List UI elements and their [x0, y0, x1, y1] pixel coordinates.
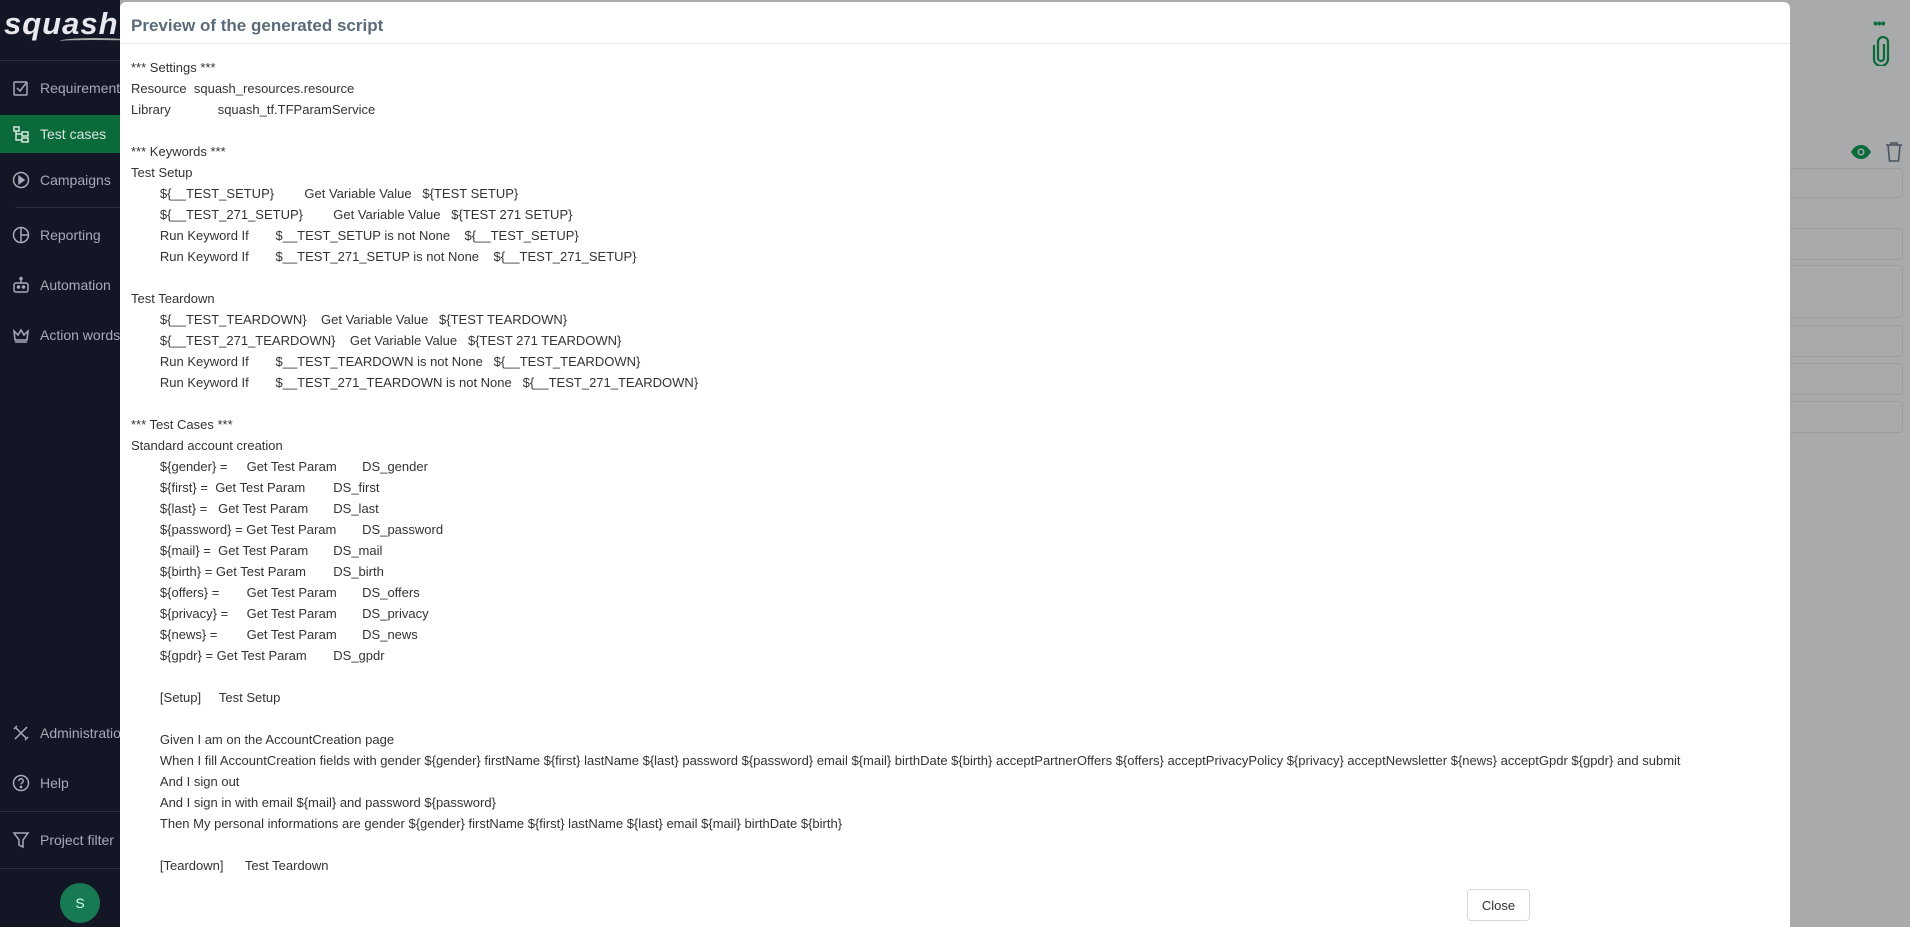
pie-chart-icon	[12, 226, 30, 244]
eye-icon[interactable]	[1850, 144, 1872, 160]
script-line: ${__TEST_271_SETUP} Get Variable Value $…	[131, 207, 573, 222]
script-line: *** Settings ***	[131, 60, 216, 75]
play-circle-icon	[12, 171, 30, 189]
script-line: [Teardown] Test Teardown	[131, 858, 329, 873]
sidebar-item-test-cases[interactable]: Test cases	[0, 115, 120, 153]
sidebar-item-automation[interactable]: Automation	[0, 266, 120, 304]
script-line: ${birth} = Get Test Param DS_birth	[131, 564, 384, 579]
tree-icon	[13, 126, 29, 143]
script-line: Run Keyword If $__TEST_271_TEARDOWN is n…	[131, 375, 699, 390]
sidebar-item-action-words[interactable]: Action words	[0, 316, 120, 354]
field-box[interactable]	[1780, 363, 1903, 395]
sidebar-item-requirements[interactable]: Requirements	[0, 69, 120, 107]
avatar[interactable]: S	[60, 883, 100, 923]
robot-icon	[13, 276, 29, 293]
sidebar-item-administration[interactable]: Administration	[0, 714, 120, 752]
script-line: Test Setup	[131, 165, 193, 180]
sidebar-item-campaigns[interactable]: Campaigns	[0, 161, 120, 199]
script-line: Resource squash_resources.resource	[131, 81, 355, 96]
checkbox-icon	[13, 81, 28, 96]
script-line: ${__TEST_SETUP} Get Variable Value ${TES…	[131, 186, 519, 201]
sidebar-item-label: Automation	[40, 277, 111, 293]
sidebar-item-label: Administration	[40, 725, 120, 741]
script-line: ${offers} = Get Test Param DS_offers	[131, 585, 420, 600]
divider	[15, 207, 120, 208]
script-line: ${gender} = Get Test Param DS_gender	[131, 459, 428, 474]
script-line: ${password} = Get Test Param DS_password	[131, 522, 444, 537]
trash-icon[interactable]	[1885, 142, 1903, 162]
help-icon	[12, 774, 30, 792]
field-box[interactable]	[1780, 265, 1903, 318]
script-line: ${__TEST_TEARDOWN} Get Variable Value ${…	[131, 312, 568, 327]
script-line: Run Keyword If $__TEST_TEARDOWN is not N…	[131, 354, 641, 369]
script-preview-content: *** Settings *** Resource squash_resource…	[131, 57, 1681, 876]
script-line: ${gpdr} = Get Test Param DS_gpdr	[131, 648, 385, 663]
script-line	[131, 120, 1681, 141]
field-box[interactable]	[1780, 401, 1903, 433]
sidebar: squash Requirements Test cases Campaigns…	[0, 0, 120, 927]
script-line: Library squash_tf.TFParamService	[131, 102, 376, 117]
script-line: ${__TEST_271_TEARDOWN} Get Variable Valu…	[131, 333, 622, 348]
script-line: Standard account creation	[131, 438, 283, 453]
close-button[interactable]: Close	[1467, 889, 1530, 921]
script-line: ${news} = Get Test Param DS_news	[131, 627, 418, 642]
script-line: When I fill AccountCreation fields with …	[131, 753, 1681, 768]
sidebar-item-label: Test cases	[40, 126, 107, 142]
sidebar-item-label: Help	[40, 775, 69, 791]
script-line: ${last} = Get Test Param DS_last	[131, 501, 379, 516]
logo-swoosh	[60, 38, 120, 44]
dialog-title: Preview of the generated script	[120, 2, 1790, 44]
sidebar-item-label: Project filter	[40, 832, 114, 848]
script-line: ${first} = Get Test Param DS_first	[131, 480, 380, 495]
field-box[interactable]	[1780, 325, 1903, 357]
divider	[0, 60, 120, 61]
sidebar-item-project-filter[interactable]: Project filter	[0, 821, 120, 859]
divider	[0, 811, 120, 812]
script-line	[131, 393, 1681, 414]
script-line: Run Keyword If $__TEST_SETUP is not None…	[131, 228, 579, 243]
script-line: *** Keywords ***	[131, 144, 226, 159]
script-line	[131, 267, 1681, 288]
script-line	[131, 834, 1681, 855]
sidebar-item-label: Reporting	[40, 227, 101, 243]
sidebar-item-help[interactable]: Help	[0, 764, 120, 802]
tools-icon	[13, 725, 29, 741]
script-line: Test Teardown	[131, 291, 215, 306]
script-line: And I sign in with email ${mail} and pas…	[131, 795, 496, 810]
field-box[interactable]	[1780, 168, 1903, 198]
script-line	[131, 666, 1681, 687]
script-line: ${privacy} = Get Test Param DS_privacy	[131, 606, 429, 621]
script-line: Then My personal informations are gender…	[131, 816, 843, 831]
script-line: ${mail} = Get Test Param DS_mail	[131, 543, 383, 558]
script-line: *** Test Cases ***	[131, 417, 233, 432]
divider	[0, 868, 120, 869]
logo[interactable]: squash	[4, 6, 119, 42]
script-line: Given I am on the AccountCreation page	[131, 732, 395, 747]
crown-icon	[13, 328, 29, 343]
script-line: [Setup] Test Setup	[131, 690, 281, 705]
script-line: Run Keyword If $__TEST_271_SETUP is not …	[131, 249, 637, 264]
script-line: And I sign out	[131, 774, 240, 789]
sidebar-item-label: Action words	[40, 327, 120, 343]
sidebar-item-label: Requirements	[40, 80, 120, 96]
sidebar-item-label: Campaigns	[40, 172, 111, 188]
sidebar-item-reporting[interactable]: Reporting	[0, 216, 120, 254]
script-line	[131, 708, 1681, 729]
filter-icon	[12, 832, 30, 849]
paperclip-icon[interactable]	[1872, 36, 1890, 66]
field-box[interactable]	[1780, 228, 1903, 260]
more-icon[interactable]: •••	[1873, 15, 1886, 31]
script-preview-dialog: Preview of the generated script *** Sett…	[120, 2, 1790, 927]
